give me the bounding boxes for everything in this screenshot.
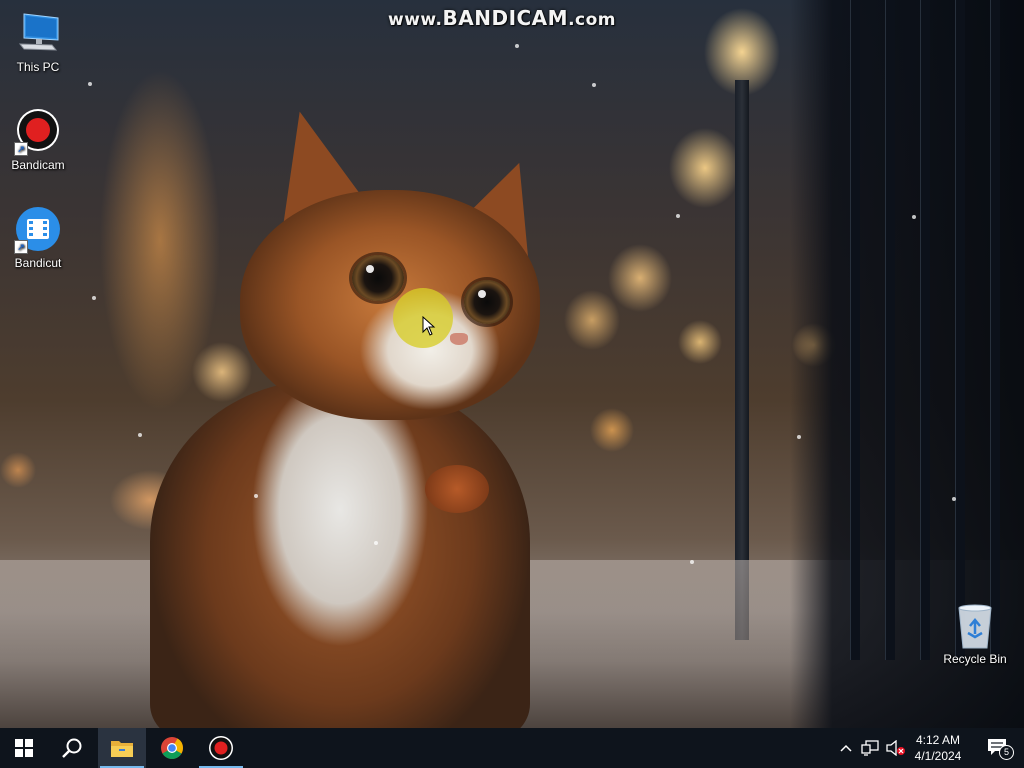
gate-bar [955,0,965,660]
snowflake [797,435,801,439]
desktop-icon-label: Recycle Bin [943,652,1007,666]
chrome-icon [161,737,183,759]
show-hidden-icons-button[interactable] [836,728,856,768]
snowflake [952,497,956,501]
bandicam-icon: ↗ [14,108,62,156]
start-button[interactable] [0,728,48,768]
bandicam-icon [209,736,233,760]
cat-nose [450,333,468,345]
taskbar-bandicam[interactable] [197,728,245,768]
cat-body [150,380,530,728]
taskbar: 4:12 AM 4/1/2024 5 [0,728,1024,768]
shortcut-arrow-icon: ↗ [14,142,28,156]
search-button[interactable] [48,728,96,768]
snowflake [515,44,519,48]
clock-time: 4:12 AM [915,733,961,747]
desktop-icon-recycle-bin[interactable]: Recycle Bin [937,602,1013,666]
desktop-icon-bandicam[interactable]: ↗ Bandicam [0,108,76,172]
snowflake [374,541,378,545]
snowflake [690,560,694,564]
snowflake [912,215,916,219]
network-button[interactable] [858,728,882,768]
mouse-pointer-icon [422,315,436,341]
snowflake [88,82,92,86]
desktop-icon-bandicut[interactable]: ↗ Bandicut [0,206,76,270]
clock-button[interactable]: 4:12 AM 4/1/2024 [902,728,974,768]
recycle-bin-icon [951,602,999,650]
shortcut-arrow-icon: ↗ [14,240,28,254]
this-pc-icon [14,10,62,58]
network-icon [861,740,879,756]
snowflake [592,83,596,87]
desktop-icon-label: Bandicam [11,158,65,172]
cat-eye [464,280,510,324]
clock-date: 4/1/2024 [914,749,962,763]
gate-bar [990,0,1000,660]
desktop-icon-label: Bandicut [14,256,62,270]
search-icon [62,738,82,758]
bandicut-icon: ↗ [14,206,62,254]
snowflake [138,433,142,437]
cat-eye [352,255,404,301]
snowflake [92,296,96,300]
cat-collar [425,465,489,513]
desktop-wallpaper [0,0,1024,728]
desktop-icon-this-pc[interactable]: This PC [0,10,76,74]
notification-count-badge: 5 [999,745,1014,760]
snowflake [676,214,680,218]
gate-bar [920,0,930,660]
taskbar-chrome[interactable] [148,728,196,768]
snowflake [254,494,258,498]
windows-start-icon [15,739,33,757]
action-center-button[interactable]: 5 [978,728,1018,768]
gate-bar [885,0,895,660]
desktop-icon-label: This PC [16,60,60,74]
gate-bar [850,0,860,660]
folder-icon [111,741,133,757]
chevron-up-icon [840,744,852,752]
taskbar-file-explorer[interactable] [98,728,146,768]
lamp-post [735,80,749,640]
bandicam-watermark: www.BANDICAM.com [388,6,616,30]
